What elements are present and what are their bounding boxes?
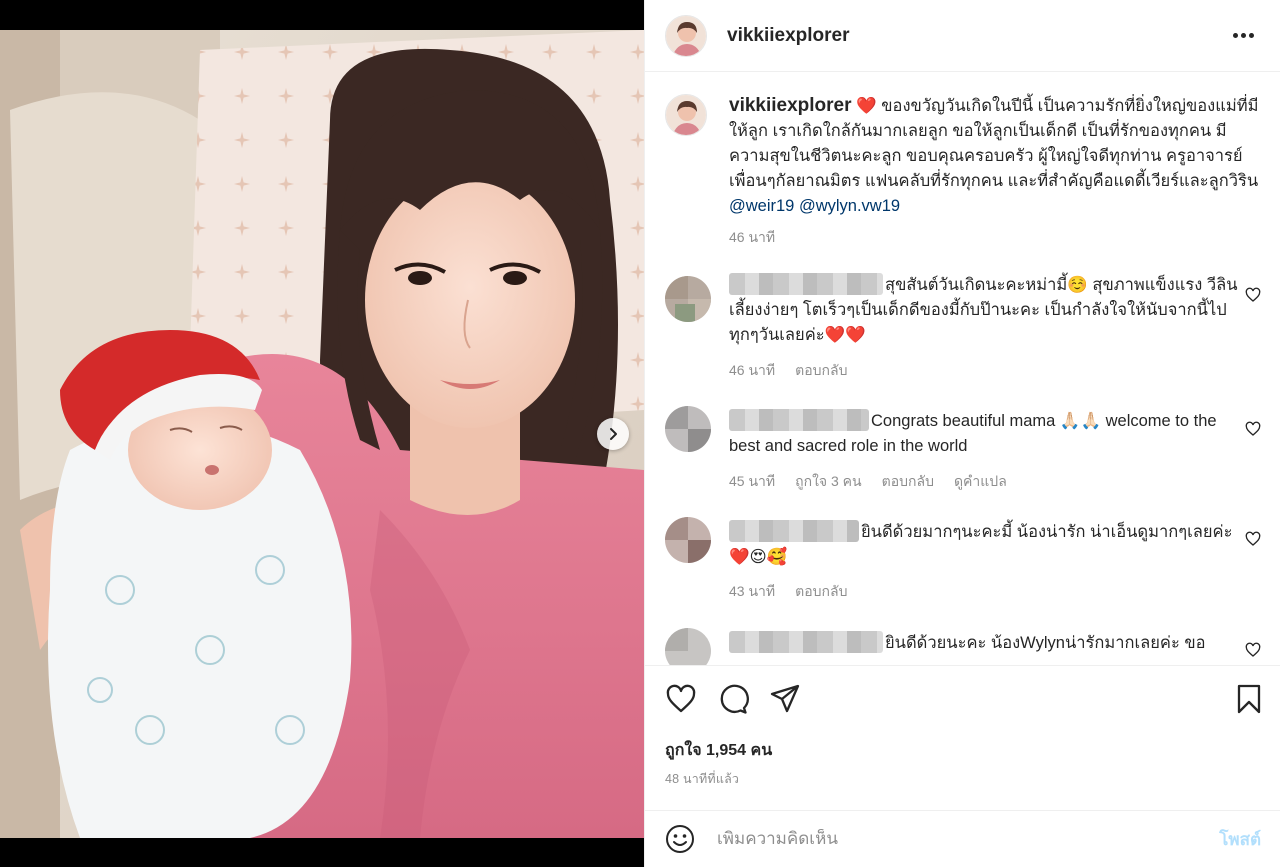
bookmark-icon[interactable] <box>1233 683 1265 715</box>
comment-meta: 43 นาที ตอบกลับ <box>729 581 847 603</box>
comment-avatar[interactable] <box>665 628 711 665</box>
post-actions: ถูกใจ 1,954 คน 48 นาทีที่แล้ว <box>645 665 1280 810</box>
comment-meta: 45 นาที ถูกใจ 3 คน ตอบกลับ ดูคำแปล <box>729 471 1007 493</box>
blurred-username[interactable] <box>729 520 859 542</box>
caption-username[interactable]: vikkiiexplorer <box>729 95 852 116</box>
caption-body: vikkiiexplorer ❤️ ของขวัญวันเกิดในปีนี้ … <box>729 93 1259 250</box>
next-image-button[interactable] <box>597 418 629 450</box>
blurred-username[interactable] <box>729 409 869 431</box>
reply-button[interactable]: ตอบกลับ <box>795 581 847 603</box>
post-timestamp[interactable]: 48 นาทีที่แล้ว <box>665 769 739 789</box>
comment-likes[interactable]: ถูกใจ 3 คน <box>795 471 862 493</box>
post-comment-button[interactable]: โพสต์ <box>1219 826 1261 853</box>
post-side-panel: vikkiiexplorer vikkiiexplorer ❤️ ของขวัญ… <box>644 0 1280 867</box>
comment-input[interactable] <box>717 829 1220 849</box>
comment-like-heart-icon[interactable] <box>1245 642 1261 658</box>
comment-avatar[interactable] <box>665 517 711 563</box>
more-horizontal-icon <box>1233 33 1238 38</box>
likes-count[interactable]: ถูกใจ 1,954 คน <box>665 738 772 763</box>
caption-time: 46 นาที <box>729 229 776 245</box>
heart-icon[interactable] <box>665 683 697 715</box>
comment-avatar[interactable] <box>665 406 711 452</box>
comment-icon[interactable] <box>717 683 749 715</box>
comment-like-heart-icon[interactable] <box>1245 531 1261 547</box>
comment-text: สุขสันต์วันเกิดนะคะหม่ามี้☺️ สุขภาพแข็งแ… <box>729 273 1249 348</box>
comment-avatar[interactable] <box>665 276 711 322</box>
comments-list: vikkiiexplorer ❤️ ของขวัญวันเกิดในปีนี้ … <box>645 73 1280 665</box>
comment-like-heart-icon[interactable] <box>1245 287 1261 303</box>
post-caption: vikkiiexplorer ❤️ ของขวัญวันเกิดในปีนี้ … <box>645 73 1280 250</box>
author-avatar[interactable] <box>665 14 707 57</box>
reply-button[interactable]: ตอบกลับ <box>882 471 934 493</box>
blurred-username[interactable] <box>729 273 883 295</box>
smiley-icon[interactable] <box>665 824 695 854</box>
post-header: vikkiiexplorer <box>645 0 1280 72</box>
comment-text: ยินดีด้วยนะคะ น้องWylynน่ารักมากเลยค่ะ ข… <box>729 631 1249 656</box>
reply-button[interactable]: ตอบกลับ <box>795 360 847 382</box>
post-media <box>0 0 644 867</box>
chevron-right-icon <box>610 428 617 440</box>
mention-wylyn[interactable]: @wylyn.vw19 <box>799 197 900 215</box>
more-options-button[interactable] <box>1227 27 1260 44</box>
comment-like-heart-icon[interactable] <box>1245 421 1261 437</box>
author-username[interactable]: vikkiiexplorer <box>727 25 850 47</box>
post-photo <box>0 30 644 838</box>
paper-plane-icon[interactable] <box>769 683 801 715</box>
add-comment-bar: โพสต์ <box>645 810 1280 867</box>
comment-text: Congrats beautiful mama 🙏🏻🙏🏻 welcome to … <box>729 409 1249 459</box>
comment-text: ยินดีด้วยมากๆนะคะมี้ น้องน่ารัก น่าเอ็นด… <box>729 520 1249 570</box>
comment-meta: 46 นาที ตอบกลับ <box>729 360 847 382</box>
caption-avatar[interactable] <box>665 94 707 136</box>
see-translation-button[interactable]: ดูคำแปล <box>954 471 1007 493</box>
action-icon-row <box>665 683 1261 715</box>
heart-emoji: ❤️ <box>856 97 877 115</box>
blurred-username[interactable] <box>729 631 883 653</box>
mention-weir19[interactable]: @weir19 <box>729 197 794 215</box>
